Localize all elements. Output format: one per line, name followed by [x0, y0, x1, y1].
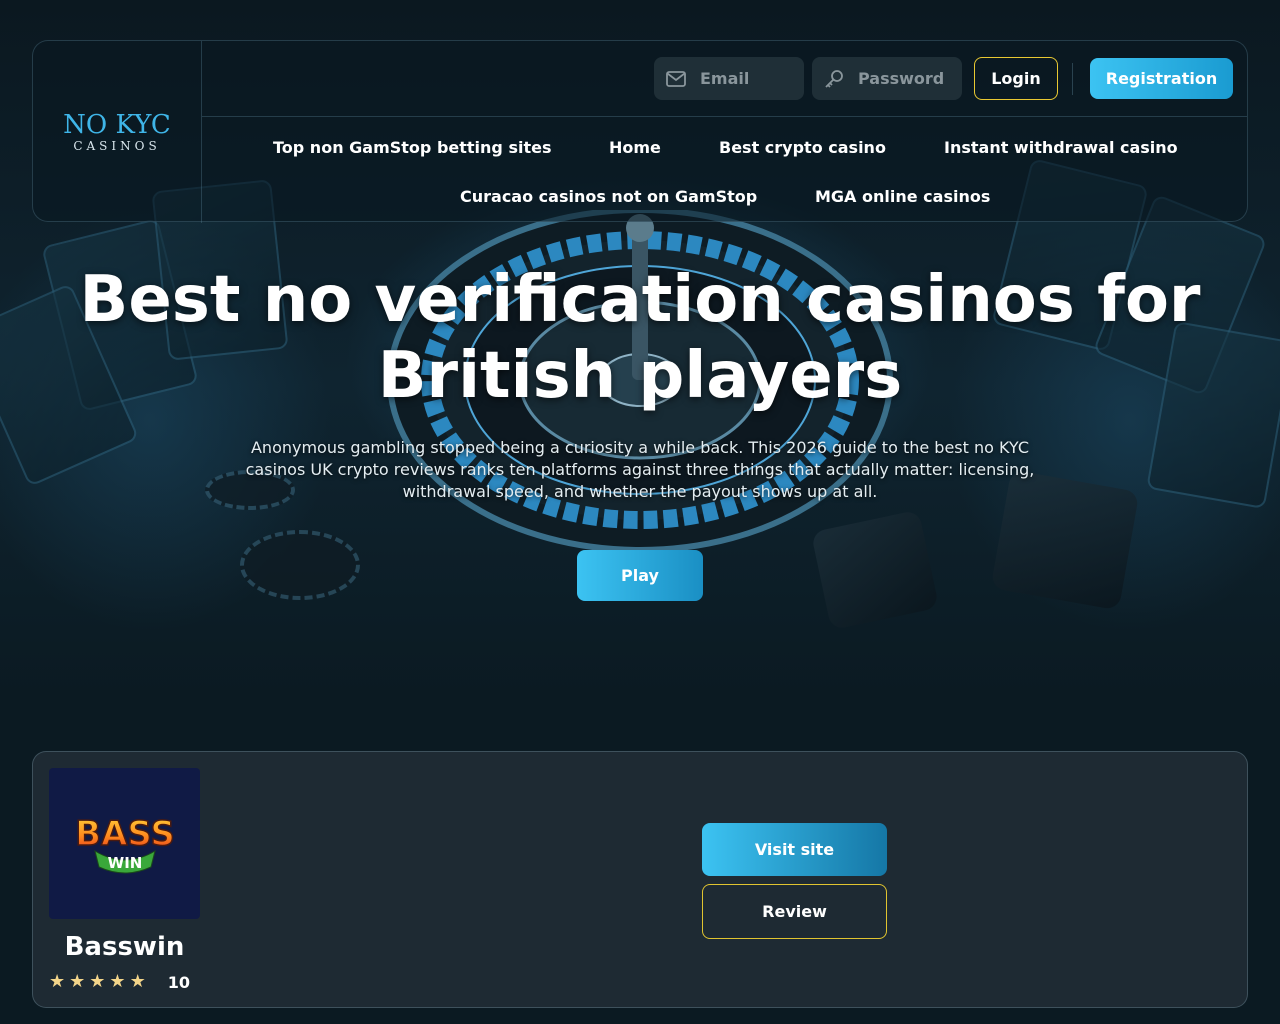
rating-value: 10: [167, 972, 190, 992]
nav-item-mga-online-casinos[interactable]: MGA online casinos: [815, 187, 990, 206]
page-title-line-1: Best no verification casinos for: [79, 263, 1201, 337]
password-field[interactable]: [812, 57, 962, 100]
page-title: Best no verification casinos for British…: [40, 262, 1240, 414]
casino-logo-line-1: BASS: [75, 814, 175, 854]
star-icon: ★: [69, 971, 86, 992]
nav-item-top-non-gamstop-betting-sites[interactable]: Top non GamStop betting sites: [273, 138, 551, 157]
hero-description: Anonymous gambling stopped being a curio…: [245, 438, 1035, 501]
nav-item-instant-withdrawal-casino[interactable]: Instant withdrawal casino: [944, 138, 1178, 157]
registration-button[interactable]: Registration: [1090, 58, 1233, 99]
logo-sub-text: CASINOS: [73, 139, 161, 153]
nav-item-curacao-casinos[interactable]: Curacao casinos not on GamStop: [460, 187, 757, 206]
star-icon: ★: [129, 971, 146, 992]
main-navigation: Top non GamStop betting sites Home Best …: [202, 117, 1247, 223]
password-input[interactable]: [858, 69, 958, 88]
basswin-logo-image: BASS WIN: [74, 813, 175, 873]
play-button[interactable]: Play: [577, 550, 703, 601]
mail-icon: [666, 70, 686, 87]
nav-item-best-crypto-casino[interactable]: Best crypto casino: [719, 138, 886, 157]
login-button[interactable]: Login: [974, 57, 1058, 100]
site-header: NO KYC CASINOS Login Registration Top no…: [32, 40, 1248, 223]
review-button[interactable]: Review: [702, 884, 887, 939]
auth-divider: [1072, 63, 1073, 95]
page-title-line-2: British players: [377, 339, 903, 413]
visit-site-button[interactable]: Visit site: [702, 823, 887, 876]
casino-logo[interactable]: BASS WIN: [49, 768, 200, 919]
star-icon: ★: [49, 971, 66, 992]
casino-name: Basswin: [64, 932, 185, 962]
email-field[interactable]: [654, 57, 804, 100]
rating-stars: ★ ★ ★ ★ ★: [49, 972, 146, 992]
casino-rating: ★ ★ ★ ★ ★ 10: [49, 970, 200, 994]
star-icon: ★: [89, 971, 106, 992]
site-logo[interactable]: NO KYC CASINOS: [33, 41, 202, 223]
casino-card: BASS WIN Basswin ★ ★ ★ ★ ★ 10 Visit site…: [32, 751, 1248, 1008]
nav-item-home[interactable]: Home: [609, 138, 661, 157]
key-icon: [825, 69, 843, 88]
logo-main-text: NO KYC: [63, 110, 171, 140]
casino-logo-line-2: WIN: [107, 854, 142, 872]
auth-bar: Login Registration: [202, 41, 1247, 117]
casino-chip-decoration: [240, 530, 360, 600]
star-icon: ★: [109, 971, 126, 992]
email-input[interactable]: [700, 69, 800, 88]
